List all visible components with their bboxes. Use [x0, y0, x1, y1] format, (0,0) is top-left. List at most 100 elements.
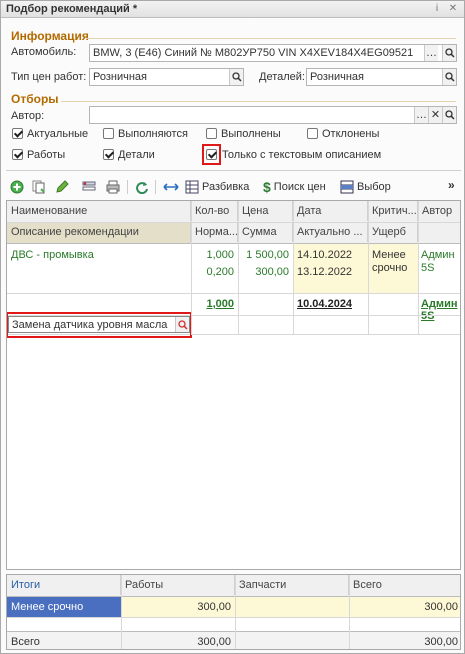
col-line	[121, 575, 122, 649]
checkbox-in-progress[interactable]	[103, 128, 114, 139]
col-qty[interactable]: Кол-во	[191, 201, 238, 221]
add-icon[interactable]	[10, 179, 24, 195]
col-line	[368, 201, 369, 335]
totals-row-works: 300,00	[197, 601, 231, 613]
row-sum: 300,00	[255, 266, 289, 278]
col-price[interactable]: Цена	[238, 201, 293, 221]
car-label: Автомобиль:	[11, 46, 77, 58]
checkbox-rejected[interactable]	[307, 128, 318, 139]
checkbox-rejected-label: Отклонены	[322, 128, 380, 140]
col-line	[191, 201, 192, 335]
col-critical[interactable]: Критич...	[368, 201, 418, 221]
toolbar-separator	[127, 180, 128, 194]
row-qty: 1,000	[206, 249, 234, 261]
col-name[interactable]: Наименование	[7, 201, 191, 221]
search-icon[interactable]	[442, 69, 456, 85]
row-author: Админ 5S	[421, 249, 455, 274]
group-icon[interactable]	[82, 179, 96, 195]
row-critical: Менее срочно	[372, 249, 408, 274]
section-divider	[86, 38, 456, 39]
checkbox-done[interactable]	[206, 128, 217, 139]
table-row[interactable]: ДВС - промывка 1,000 1 500,00 14.10.2022…	[7, 244, 460, 293]
window-title: Подбор рекомендаций *	[6, 3, 138, 15]
totals-table[interactable]: Итоги Работы Запчасти Всего Менее срочно…	[6, 574, 461, 650]
row-actual-date: 13.12.2022	[297, 266, 353, 278]
checkbox-actual[interactable]	[12, 128, 23, 139]
split-arrows-icon[interactable]	[163, 179, 179, 195]
parts-price-field[interactable]: Розничная	[306, 68, 457, 86]
refresh-icon[interactable]	[135, 179, 149, 195]
checkbox-works[interactable]	[12, 149, 23, 160]
work-price-field[interactable]: Розничная	[89, 68, 244, 86]
divider	[6, 170, 461, 171]
col-line	[349, 575, 350, 649]
search-icon[interactable]	[229, 69, 243, 85]
checkbox-parts[interactable]	[103, 149, 114, 160]
totals-col-works: Работы	[121, 575, 235, 595]
row-price: 1 500,00	[246, 249, 289, 261]
totals-sum-works: 300,00	[197, 636, 231, 648]
search-icon[interactable]	[442, 45, 456, 61]
col-line	[418, 201, 419, 335]
price-search-label: Поиск цен	[273, 181, 326, 193]
col-line	[235, 575, 236, 649]
totals-row-label: Менее срочно	[11, 601, 84, 613]
car-value: BMW, 3 (E46) Синий № М802УР750 VIN X4XEV…	[93, 47, 414, 59]
split-button[interactable]: Разбивка	[185, 179, 249, 195]
totals-sum-label: Всего	[11, 636, 40, 648]
checkbox-actual-label: Актуальные	[27, 128, 89, 140]
checkbox-parts-label: Детали	[118, 149, 155, 161]
author-label: Автор:	[11, 110, 45, 122]
split-button-label: Разбивка	[202, 181, 250, 193]
checkbox-text-only-label: Только с текстовым описанием	[222, 149, 382, 161]
parts-price-value: Розничная	[310, 71, 364, 83]
more-chevron-icon[interactable]: »	[448, 177, 455, 193]
checkbox-in-progress-label: Выполняются	[118, 128, 188, 140]
filters-section-title: Отборы	[11, 92, 59, 106]
highlight-box	[7, 312, 192, 338]
car-field[interactable]: BMW, 3 (E46) Синий № М802УР750 VIN X4XEV…	[89, 44, 457, 62]
col-actual-date[interactable]: Актуально ...	[293, 222, 368, 242]
totals-col-parts: Запчасти	[235, 575, 349, 595]
col-author[interactable]: Автор	[418, 201, 460, 221]
author-field[interactable]: … ✕	[89, 106, 457, 124]
ellipsis-button[interactable]: …	[414, 107, 428, 123]
recommendation-window: Подбор рекомендаций * ⅰ ✕ Информация Авт…	[0, 0, 465, 654]
toolbar: Разбивка $ Поиск цен Выбор »	[6, 177, 461, 197]
highlight-box	[202, 144, 221, 165]
select-button-label: Выбор	[357, 181, 391, 193]
checkbox-works-label: Работы	[27, 149, 66, 161]
toolbar-separator	[155, 180, 156, 194]
totals-col-total: Всего	[353, 579, 382, 591]
recommendations-table[interactable]: Наименование Кол-во Цена Дата Критич... …	[6, 200, 461, 570]
col-sum[interactable]: Сумма	[238, 222, 293, 242]
col-damage[interactable]: Ущерб	[368, 222, 418, 242]
work-price-value: Розничная	[93, 71, 147, 83]
dollar-icon: $	[263, 179, 271, 195]
print-icon[interactable]	[106, 179, 120, 195]
col-date[interactable]: Дата	[293, 201, 368, 221]
col-description[interactable]: Описание рекомендации	[7, 222, 191, 242]
checkbox-done-label: Выполнены	[221, 128, 281, 140]
row-date: 14.10.2022	[297, 249, 353, 261]
row-norm: 0,200	[206, 266, 234, 278]
totals-row-total: 300,00	[424, 601, 458, 613]
totals-row[interactable]: Менее срочно 300,00 300,00	[7, 597, 460, 617]
select-button[interactable]: Выбор	[340, 179, 391, 195]
section-divider	[61, 101, 456, 102]
info-section-title: Информация	[11, 29, 89, 43]
search-icon[interactable]	[442, 107, 456, 123]
ellipsis-button[interactable]: …	[424, 45, 438, 61]
col-norm[interactable]: Норма...	[191, 222, 238, 242]
clear-icon[interactable]: ✕	[428, 107, 442, 123]
info-icon[interactable]: ⅰ	[431, 3, 443, 15]
col-line	[293, 201, 294, 335]
row-divider	[7, 617, 460, 618]
total-qty: 1,000	[206, 298, 234, 310]
close-icon[interactable]: ✕	[447, 3, 459, 15]
copy-icon[interactable]	[32, 179, 46, 195]
totals-sum-total: 300,00	[424, 636, 458, 648]
price-search-button[interactable]: $ Поиск цен	[263, 179, 326, 195]
totals-col-label: Итоги	[7, 575, 121, 595]
edit-icon[interactable]	[55, 179, 69, 195]
